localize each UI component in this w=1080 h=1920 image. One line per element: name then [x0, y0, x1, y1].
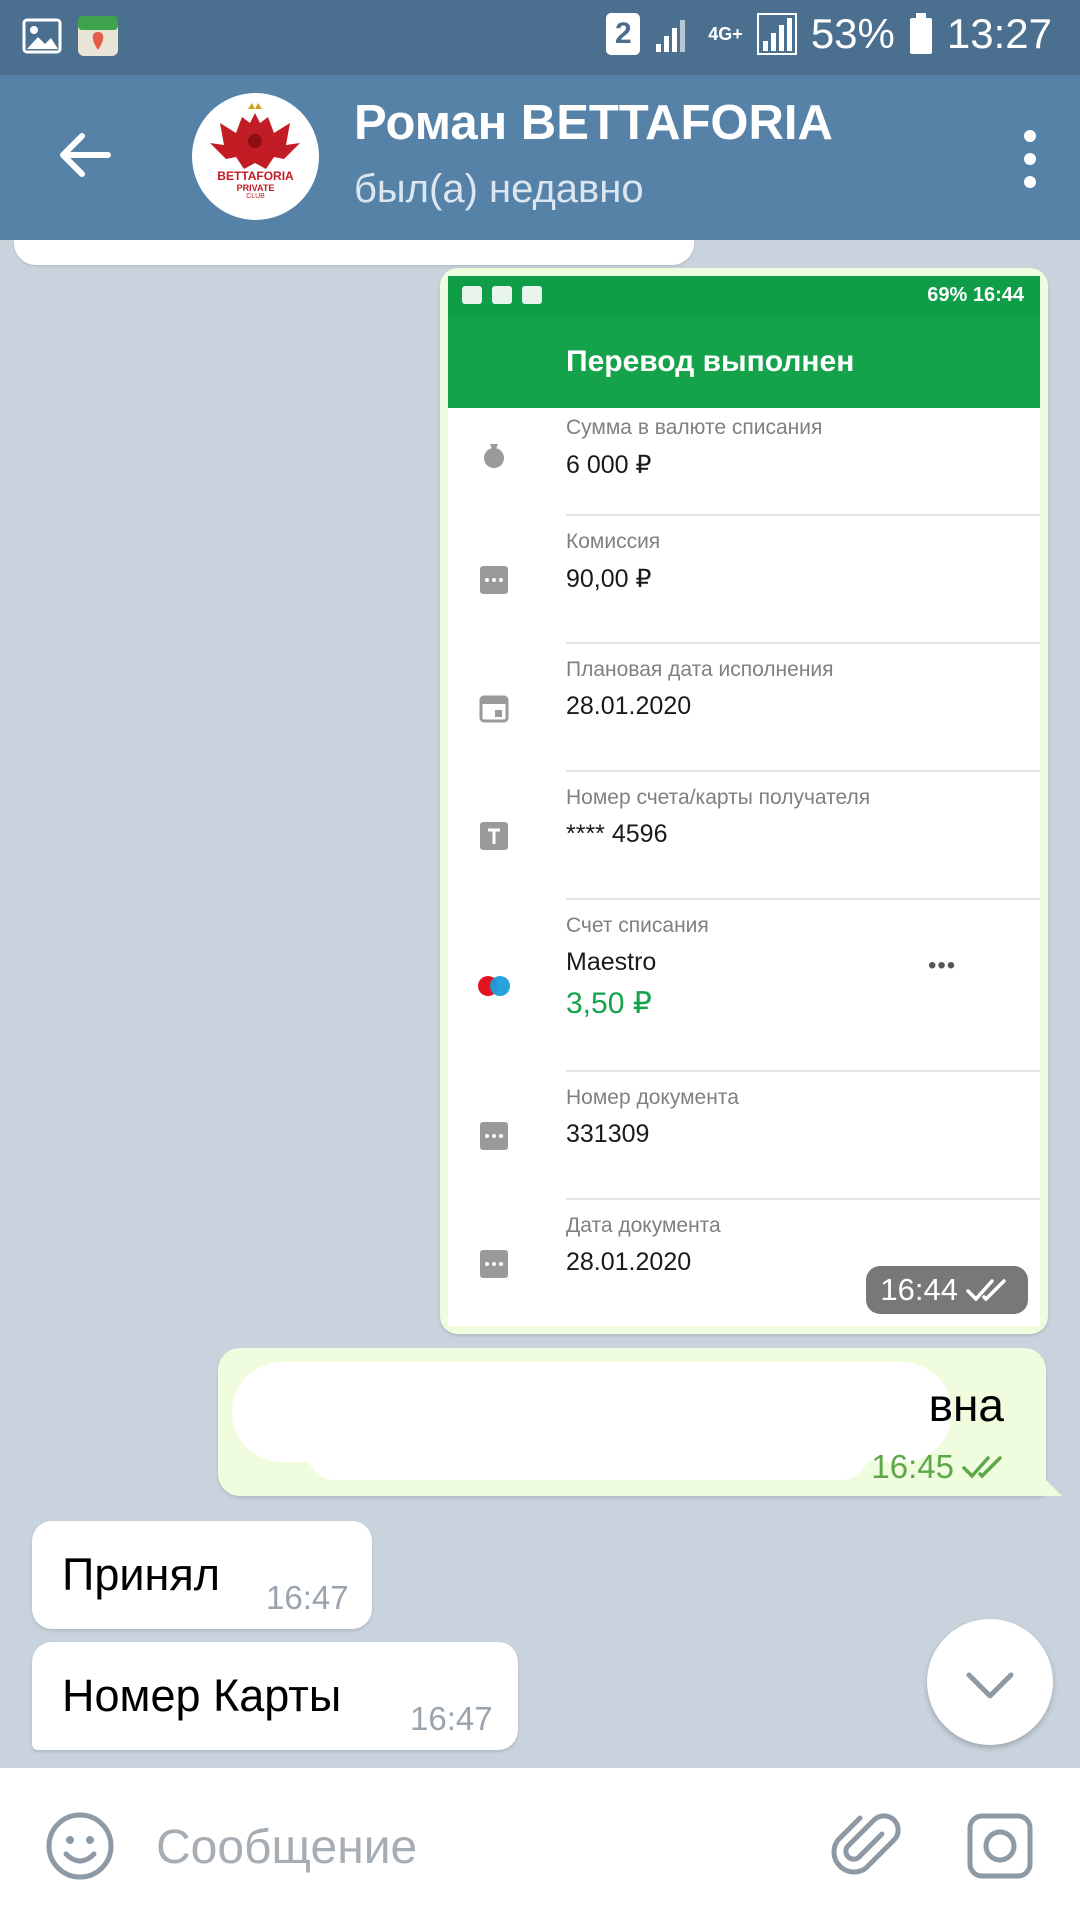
network-type: 4G+	[708, 24, 743, 44]
avatar-subtext-2: CLUB	[246, 193, 265, 200]
message-time: 16:44	[880, 1272, 958, 1307]
money-bag-icon	[484, 444, 504, 468]
row-value: 28.01.2020	[566, 692, 692, 720]
maestro-icon	[478, 976, 510, 996]
more-menu-icon[interactable]	[1020, 130, 1040, 190]
row-value: 331309	[566, 1120, 650, 1148]
maps-notification-icon	[78, 16, 118, 56]
signal-strength-icon	[756, 13, 797, 55]
row-label: Комиссия	[566, 530, 661, 553]
row-planned-date: Плановая дата исполнения 28.01.2020	[448, 644, 1040, 772]
screenshot-battery: 69%	[927, 284, 968, 306]
row-label: Сумма в валюте списания	[566, 416, 823, 439]
message-text: Принял	[62, 1549, 220, 1600]
row-value: 28.01.2020	[566, 1248, 692, 1276]
more-box-icon	[480, 1250, 508, 1278]
message-time-row: 16:45	[871, 1448, 1010, 1486]
emoji-icon[interactable]	[44, 1810, 116, 1882]
last-seen-status: был(а) недавно	[354, 167, 644, 211]
payment-screenshot[interactable]: 69% 16:44 Перевод выполнен Сумма в валют…	[448, 276, 1040, 1326]
account-options-icon: •••	[928, 952, 957, 979]
read-checkmarks-icon	[966, 1279, 1006, 1302]
row-document-number: Номер документа 331309	[448, 1072, 1040, 1200]
row-value: 90,00 ₽	[566, 565, 652, 593]
row-debit-account: Счет списания Maestro 3,50 ₽ •••	[448, 900, 1040, 1072]
avatar-brand-text: BETTAFORIA	[217, 169, 294, 183]
account-balance: 3,50 ₽	[566, 987, 652, 1020]
row-amount: Сумма в валюте списания 6 000 ₽	[448, 408, 1040, 516]
screenshot-clock: 16:44	[972, 284, 1024, 306]
more-box-icon	[480, 1122, 508, 1150]
attach-icon[interactable]	[830, 1808, 906, 1884]
screenshot-appbar-title: Перевод выполнен	[448, 316, 1040, 408]
row-commission: Комиссия 90,00 ₽	[448, 516, 1040, 644]
row-label: Дата документа	[566, 1214, 721, 1237]
row-recipient-card: Номер счета/карты получателя **** 4596	[448, 772, 1040, 900]
screenshot-status-bar: 69% 16:44	[448, 276, 1040, 316]
phoenix-logo-icon	[193, 94, 318, 219]
image-message[interactable]: 69% 16:44 Перевод выполнен Сумма в валют…	[440, 268, 1048, 1334]
message-input[interactable]: Сообщение	[156, 1820, 417, 1875]
row-value: **** 4596	[566, 820, 668, 848]
battery-percent: 53%	[810, 10, 895, 57]
chevron-down-icon	[966, 1672, 1014, 1699]
row-value: Maestro	[566, 948, 657, 976]
clock: 13:27	[946, 10, 1052, 57]
message-time: 16:47	[266, 1579, 349, 1616]
chat-area[interactable]: 69% 16:44 Перевод выполнен Сумма в валют…	[0, 240, 1080, 1768]
avatar[interactable]: BETTAFORIA PRIVATE CLUB	[192, 93, 319, 220]
row-label: Плановая дата исполнения	[566, 658, 834, 681]
image-timestamp: 16:44	[866, 1266, 1028, 1314]
sim-2-icon: 2	[606, 13, 641, 55]
incoming-message[interactable]: Принял 16:47	[32, 1521, 372, 1629]
message-input-bar: Сообщение	[0, 1768, 1080, 1920]
battery-icon	[909, 13, 932, 54]
chat-title[interactable]: Роман BETTAFORIA	[354, 95, 833, 151]
previous-message-bubble	[14, 240, 694, 265]
gallery-notification-icon	[22, 18, 62, 54]
avatar-subtext-1: PRIVATE	[236, 183, 275, 193]
message-time: 16:47	[410, 1700, 493, 1737]
message-text: вна	[928, 1379, 1004, 1431]
scroll-to-bottom-button[interactable]	[927, 1619, 1053, 1745]
status-bar: 2 4G+ 53% 13:27	[0, 0, 1080, 75]
redaction-blob	[308, 1428, 868, 1480]
message-time: 16:45	[871, 1448, 954, 1485]
row-value: 6 000 ₽	[566, 451, 652, 479]
incoming-message[interactable]: Номер Карты 16:47	[32, 1642, 518, 1750]
row-label: Номер счета/карты получателя	[566, 786, 871, 809]
back-arrow-icon[interactable]	[54, 125, 114, 185]
more-box-icon	[480, 566, 508, 594]
calendar-icon	[479, 695, 509, 723]
read-checkmarks-icon	[962, 1456, 1002, 1479]
chat-header: BETTAFORIA PRIVATE CLUB Роман BETTAFORIA…	[0, 75, 1080, 240]
camera-icon[interactable]	[964, 1810, 1036, 1882]
row-label: Счет списания	[566, 914, 709, 937]
message-text: Номер Карты	[62, 1670, 342, 1721]
row-label: Номер документа	[566, 1086, 739, 1109]
text-box-icon	[480, 822, 508, 850]
signal-icon	[656, 20, 686, 52]
outgoing-message[interactable]: вна 16:45	[218, 1348, 1062, 1496]
